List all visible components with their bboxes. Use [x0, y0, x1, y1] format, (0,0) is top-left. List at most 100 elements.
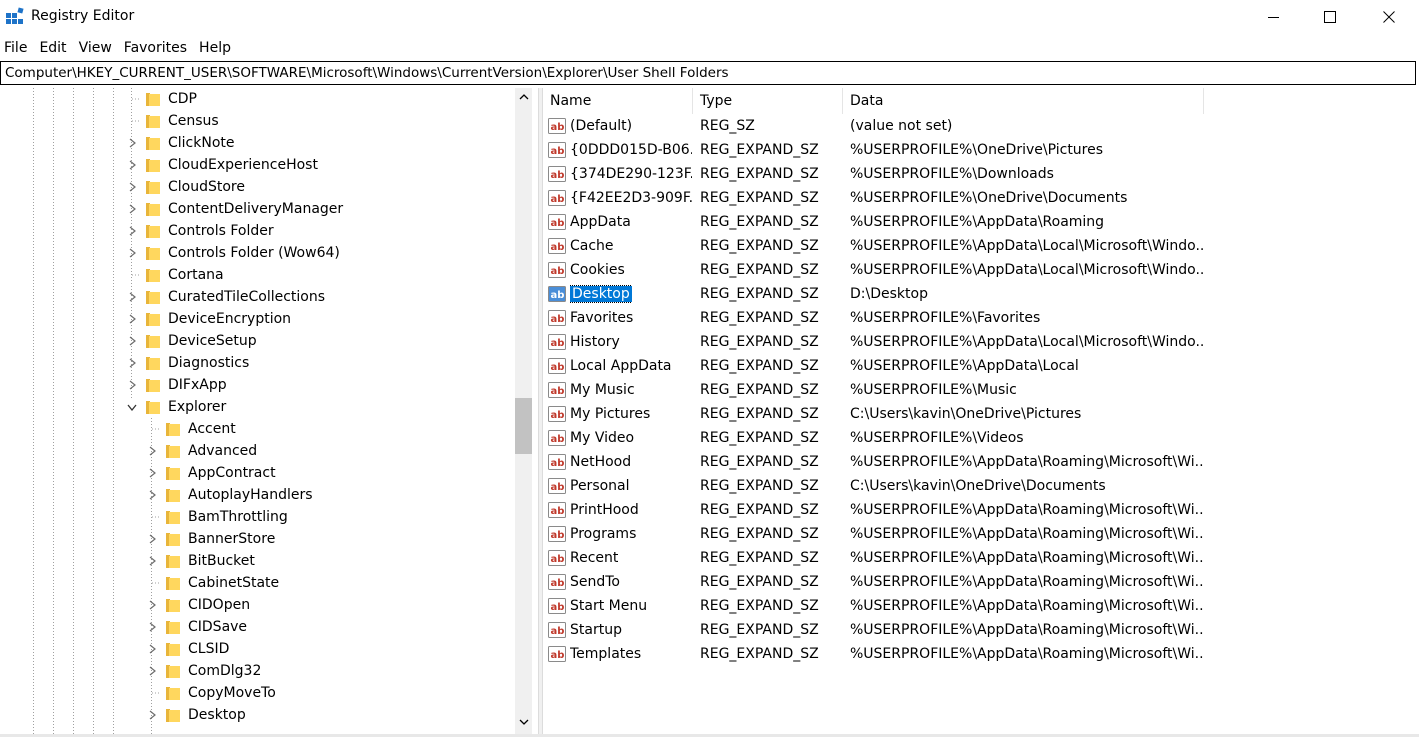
tree-item[interactable]: BannerStore	[145, 528, 275, 550]
tree-item[interactable]: AutoplayHandlers	[145, 484, 313, 506]
value-row[interactable]: ab Programs REG_EXPAND_SZ %USERPROFILE%\App…	[543, 522, 1419, 546]
tree-item-label: ComDlg32	[188, 663, 262, 679]
value-row[interactable]: ab Personal REG_EXPAND_SZ C:\Users\kavin\On…	[543, 474, 1419, 498]
chevron-right-icon[interactable]	[145, 664, 159, 678]
maximize-button[interactable]	[1301, 0, 1359, 34]
tree-item[interactable]: CLSID	[145, 638, 229, 660]
tree-scrollbar[interactable]	[515, 88, 532, 734]
chevron-right-icon[interactable]	[145, 466, 159, 480]
value-row[interactable]: ab {0DDD015D-B06... REG_EXPAND_SZ %USERPROF…	[543, 138, 1419, 162]
scroll-up-button[interactable]	[515, 88, 532, 105]
value-row[interactable]: ab AppData REG_EXPAND_SZ %USERPROFILE%\AppD…	[543, 210, 1419, 234]
value-row[interactable]: ab PrintHood REG_EXPAND_SZ %USERPROFILE%\Ap…	[543, 498, 1419, 522]
value-row[interactable]: ab My Pictures REG_EXPAND_SZ C:\Users\kavin…	[543, 402, 1419, 426]
tree-item[interactable]: DeviceSetup	[125, 330, 257, 352]
menu-favorites[interactable]: Favorites	[118, 37, 193, 59]
tree-item[interactable]: Advanced	[145, 440, 257, 462]
address-path[interactable]: Computer\HKEY_CURRENT_USER\SOFTWARE\Micr…	[5, 65, 729, 81]
tree-item[interactable]: DIFxApp	[125, 374, 227, 396]
tree-item[interactable]: AppContract	[145, 462, 276, 484]
tree-item[interactable]: CIDOpen	[145, 594, 250, 616]
menu-edit[interactable]: Edit	[33, 37, 72, 59]
column-header-name[interactable]: Name	[543, 88, 693, 114]
minimize-button[interactable]	[1245, 0, 1303, 34]
tree-item[interactable]: Diagnostics	[125, 352, 249, 374]
value-row[interactable]: ab {F42EE2D3-909F... REG_EXPAND_SZ %USERPRO…	[543, 186, 1419, 210]
tree-item[interactable]: Controls Folder (Wow64)	[125, 242, 340, 264]
chevron-right-icon[interactable]	[125, 378, 139, 392]
value-row[interactable]: ab NetHood REG_EXPAND_SZ %USERPROFILE%\AppD…	[543, 450, 1419, 474]
value-row[interactable]: ab Recent REG_EXPAND_SZ %USERPROFILE%\AppDa…	[543, 546, 1419, 570]
value-row[interactable]: ab SendTo REG_EXPAND_SZ %USERPROFILE%\AppDa…	[543, 570, 1419, 594]
value-row[interactable]: ab Desktop REG_EXPAND_SZ D:\Desktop	[543, 282, 1419, 306]
value-row[interactable]: ab Cache REG_EXPAND_SZ %USERPROFILE%\AppDat…	[543, 234, 1419, 258]
value-row[interactable]: ab Favorites REG_EXPAND_SZ %USERPROFILE%\Fa…	[543, 306, 1419, 330]
value-list-pane[interactable]: Name Type Data ab (Default) REG_SZ (value n…	[543, 88, 1419, 734]
column-header-data[interactable]: Data	[843, 88, 1204, 114]
tree-item[interactable]: CuratedTileCollections	[125, 286, 325, 308]
tree-item[interactable]: CIDSave	[145, 616, 247, 638]
chevron-right-icon[interactable]	[125, 224, 139, 238]
chevron-right-icon[interactable]	[145, 444, 159, 458]
string-value-icon: ab	[548, 117, 566, 135]
chevron-right-icon[interactable]	[145, 642, 159, 656]
column-header-type[interactable]: Type	[693, 88, 843, 114]
tree-item[interactable]: ClickNote	[125, 132, 235, 154]
key-tree-pane[interactable]: CDP Census ClickNote CloudExperienceHost Clo…	[0, 88, 538, 734]
tree-item[interactable]: Accent	[145, 418, 236, 440]
value-row[interactable]: ab (Default) REG_SZ (value not set)	[543, 114, 1419, 138]
tree-item[interactable]: CDP	[125, 88, 197, 110]
value-row[interactable]: ab Templates REG_EXPAND_SZ %USERPROFILE%\Ap…	[543, 642, 1419, 666]
value-row[interactable]: ab Startup REG_EXPAND_SZ %USERPROFILE%\AppD…	[543, 618, 1419, 642]
string-value-icon: ab	[548, 357, 566, 375]
value-name: AppData	[570, 214, 631, 230]
chevron-right-icon[interactable]	[125, 312, 139, 326]
chevron-right-icon[interactable]	[145, 620, 159, 634]
chevron-right-icon[interactable]	[125, 136, 139, 150]
menu-help[interactable]: Help	[193, 37, 237, 59]
tree-item[interactable]: ContentDeliveryManager	[125, 198, 343, 220]
title-bar[interactable]: Registry Editor	[0, 0, 1419, 34]
chevron-right-icon[interactable]	[125, 180, 139, 194]
tree-item[interactable]: Census	[125, 110, 219, 132]
tree-item[interactable]: CopyMoveTo	[145, 682, 276, 704]
chevron-right-icon[interactable]	[145, 708, 159, 722]
value-row[interactable]: ab My Music REG_EXPAND_SZ %USERPROFILE%\Mus…	[543, 378, 1419, 402]
value-row[interactable]: ab Cookies REG_EXPAND_SZ %USERPROFILE%\AppD…	[543, 258, 1419, 282]
chevron-right-icon[interactable]	[145, 598, 159, 612]
close-button[interactable]	[1360, 0, 1418, 34]
tree-item[interactable]: BitBucket	[145, 550, 255, 572]
tree-item[interactable]: BamThrottling	[145, 506, 288, 528]
tree-item[interactable]: CloudExperienceHost	[125, 154, 318, 176]
tree-item-label: ClickNote	[168, 135, 235, 151]
chevron-right-icon[interactable]	[125, 202, 139, 216]
chevron-right-icon[interactable]	[145, 532, 159, 546]
tree-item[interactable]: Controls Folder	[125, 220, 274, 242]
value-row[interactable]: ab History REG_EXPAND_SZ %USERPROFILE%\AppD…	[543, 330, 1419, 354]
chevron-right-icon[interactable]	[125, 158, 139, 172]
address-bar[interactable]: Computer\HKEY_CURRENT_USER\SOFTWARE\Micr…	[0, 61, 1416, 85]
chevron-right-icon[interactable]	[145, 554, 159, 568]
scroll-down-button[interactable]	[515, 713, 532, 730]
value-row[interactable]: ab Local AppData REG_EXPAND_SZ %USERPROFILE…	[543, 354, 1419, 378]
menu-view[interactable]: View	[73, 37, 118, 59]
string-value-icon: ab	[548, 213, 566, 231]
tree-item[interactable]: Cortana	[125, 264, 224, 286]
chevron-right-icon[interactable]	[125, 290, 139, 304]
tree-item[interactable]: DeviceEncryption	[125, 308, 291, 330]
tree-item[interactable]: Desktop	[145, 704, 246, 726]
tree-item[interactable]: ComDlg32	[145, 660, 261, 682]
chevron-right-icon[interactable]	[125, 356, 139, 370]
chevron-right-icon[interactable]	[125, 334, 139, 348]
chevron-down-icon[interactable]	[125, 400, 139, 414]
tree-item[interactable]: Explorer	[125, 396, 226, 418]
value-row[interactable]: ab {374DE290-123F... REG_EXPAND_SZ %USERPRO…	[543, 162, 1419, 186]
tree-item[interactable]: CloudStore	[125, 176, 245, 198]
value-row[interactable]: ab Start Menu REG_EXPAND_SZ %USERPROFILE%\A…	[543, 594, 1419, 618]
menu-file[interactable]: File	[0, 37, 33, 59]
chevron-right-icon[interactable]	[145, 488, 159, 502]
scroll-thumb[interactable]	[515, 398, 532, 454]
chevron-right-icon[interactable]	[125, 246, 139, 260]
value-row[interactable]: ab My Video REG_EXPAND_SZ %USERPROFILE%\Vid…	[543, 426, 1419, 450]
tree-item[interactable]: CabinetState	[145, 572, 279, 594]
